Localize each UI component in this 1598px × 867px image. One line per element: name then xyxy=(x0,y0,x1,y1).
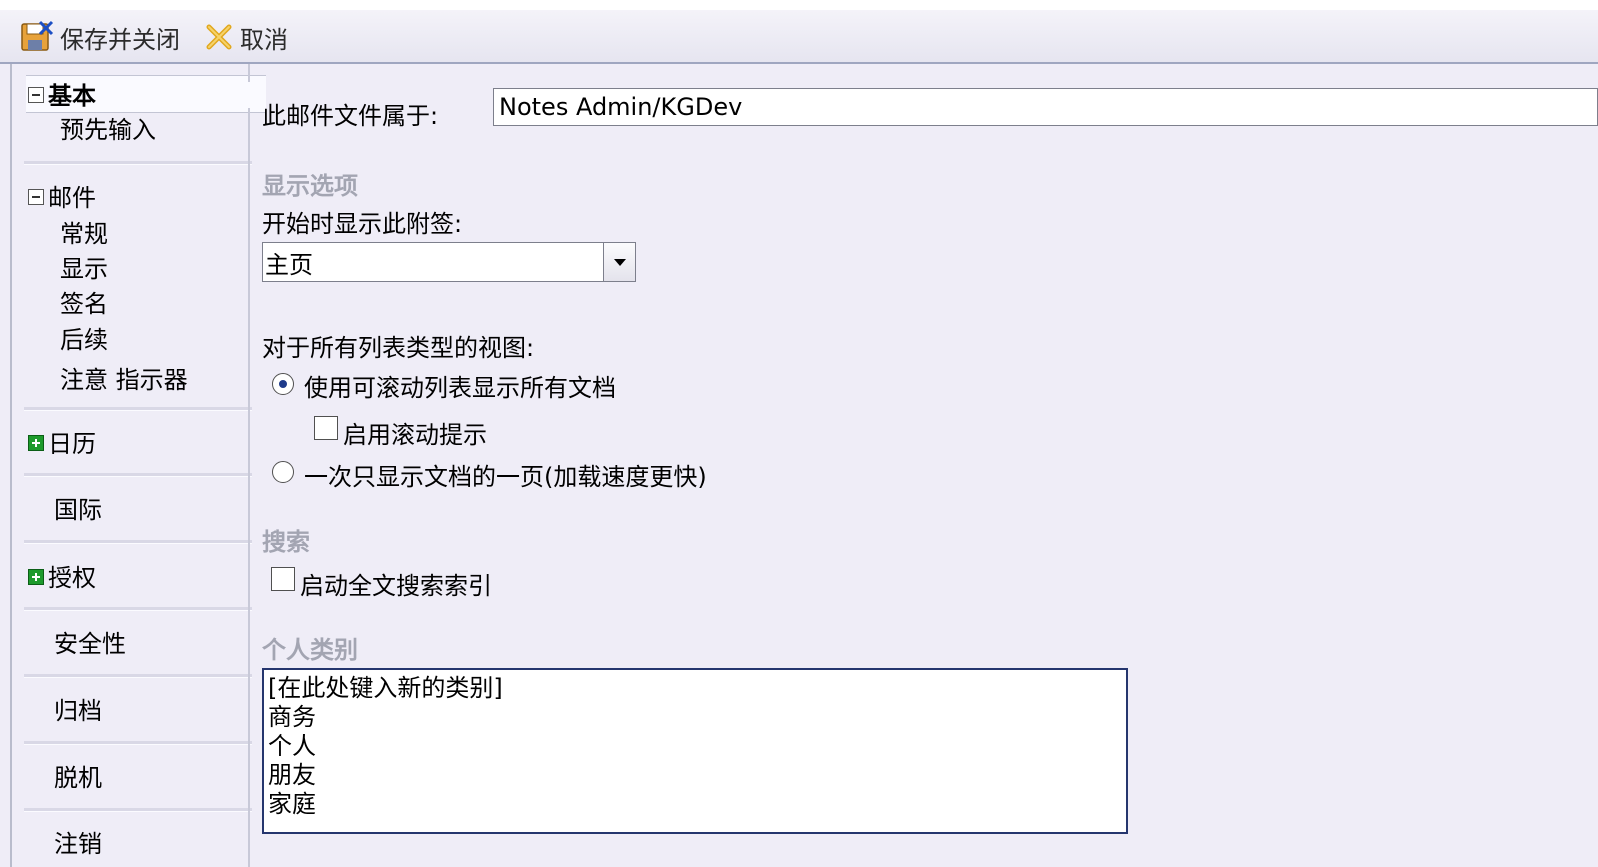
sidebar-divider xyxy=(24,473,252,477)
search-heading: 搜索 xyxy=(262,528,310,556)
sidebar-item-indicators[interactable]: 注意 指示器 xyxy=(60,360,188,395)
sidebar-item-archive[interactable]: 归档 xyxy=(54,691,102,726)
sidebar-item-label: 授权 xyxy=(48,564,96,592)
sidebar-item-general[interactable]: 常规 xyxy=(60,214,108,249)
sidebar-item-followup[interactable]: 后续 xyxy=(60,320,108,355)
start-tab-label: 开始时显示此附签: xyxy=(262,210,463,238)
sidebar-divider xyxy=(24,741,252,745)
fulltext-index-label[interactable]: 启动全文搜索索引 xyxy=(300,566,492,601)
list-views-label: 对于所有列表类型的视图: xyxy=(262,334,535,362)
list-item[interactable]: 个人 xyxy=(268,732,1122,761)
categories-heading: 个人类别 xyxy=(262,636,358,664)
sidebar-divider xyxy=(24,540,252,544)
sidebar-divider xyxy=(24,161,252,165)
expand-icon[interactable] xyxy=(28,569,44,585)
sidebar-item-security[interactable]: 安全性 xyxy=(54,624,126,659)
cancel-icon xyxy=(206,24,232,50)
sidebar-item-display[interactable]: 显示 xyxy=(60,249,108,284)
owner-label: 此邮件文件属于: xyxy=(262,102,439,130)
list-item[interactable]: 家庭 xyxy=(268,790,1122,819)
start-tab-value: 主页 xyxy=(265,251,313,279)
categories-listbox[interactable]: [在此处键入新的类别] 商务 个人 朋友 家庭 xyxy=(262,668,1128,834)
sidebar-divider xyxy=(24,808,252,812)
save-close-button[interactable]: 保存并关闭 xyxy=(20,20,180,54)
sidebar-item-label: 邮件 xyxy=(48,184,96,212)
sidebar-item-mail[interactable]: 邮件 xyxy=(28,178,96,213)
sidebar: 基本 预先输入 邮件 常规 显示 签名 后续 注意 指示器 日历 国际 授权 安… xyxy=(12,64,266,867)
cancel-button[interactable]: 取消 xyxy=(204,20,288,54)
owner-field[interactable] xyxy=(493,88,1598,126)
radio-one-page[interactable] xyxy=(272,461,294,483)
start-tab-select[interactable]: 主页 xyxy=(262,242,636,282)
panel-separator xyxy=(248,64,250,82)
cancel-label: 取消 xyxy=(240,25,288,54)
sidebar-item-international[interactable]: 国际 xyxy=(54,490,102,525)
scroll-hints-checkbox[interactable] xyxy=(314,416,338,440)
collapse-icon[interactable] xyxy=(28,87,44,103)
sidebar-item-delegation[interactable]: 授权 xyxy=(28,558,96,593)
list-item[interactable]: 朋友 xyxy=(268,761,1122,790)
sidebar-item-calendar[interactable]: 日历 xyxy=(28,424,96,459)
fulltext-index-checkbox[interactable] xyxy=(271,567,295,591)
display-options-heading: 显示选项 xyxy=(262,172,358,200)
sidebar-item-logout[interactable]: 注销 xyxy=(54,824,102,859)
list-item[interactable]: 商务 xyxy=(268,703,1122,732)
list-item[interactable]: [在此处键入新的类别] xyxy=(268,674,1122,703)
toolbar: 保存并关闭 取消 xyxy=(0,0,1598,64)
radio-one-page-label[interactable]: 一次只显示文档的一页(加载速度更快) xyxy=(304,457,707,492)
panel-separator xyxy=(248,108,250,867)
sidebar-divider xyxy=(24,674,252,678)
chevron-down-icon[interactable] xyxy=(603,243,635,281)
sidebar-divider xyxy=(24,607,252,611)
sidebar-item-basic[interactable]: 基本 xyxy=(28,76,96,111)
radio-scroll-list-label[interactable]: 使用可滚动列表显示所有文档 xyxy=(304,368,616,403)
scroll-hints-label[interactable]: 启用滚动提示 xyxy=(343,415,487,450)
sidebar-item-typeahead[interactable]: 预先输入 xyxy=(60,110,156,145)
sidebar-item-signature[interactable]: 签名 xyxy=(60,284,108,319)
sidebar-item-offline[interactable]: 脱机 xyxy=(54,758,102,793)
sidebar-item-label: 基本 xyxy=(48,82,96,110)
sidebar-item-label: 日历 xyxy=(48,430,96,458)
expand-icon[interactable] xyxy=(28,435,44,451)
radio-scroll-list[interactable] xyxy=(272,373,294,395)
save-close-label: 保存并关闭 xyxy=(60,25,180,54)
sidebar-divider xyxy=(24,407,252,411)
collapse-icon[interactable] xyxy=(28,189,44,205)
save-close-icon xyxy=(21,20,54,51)
